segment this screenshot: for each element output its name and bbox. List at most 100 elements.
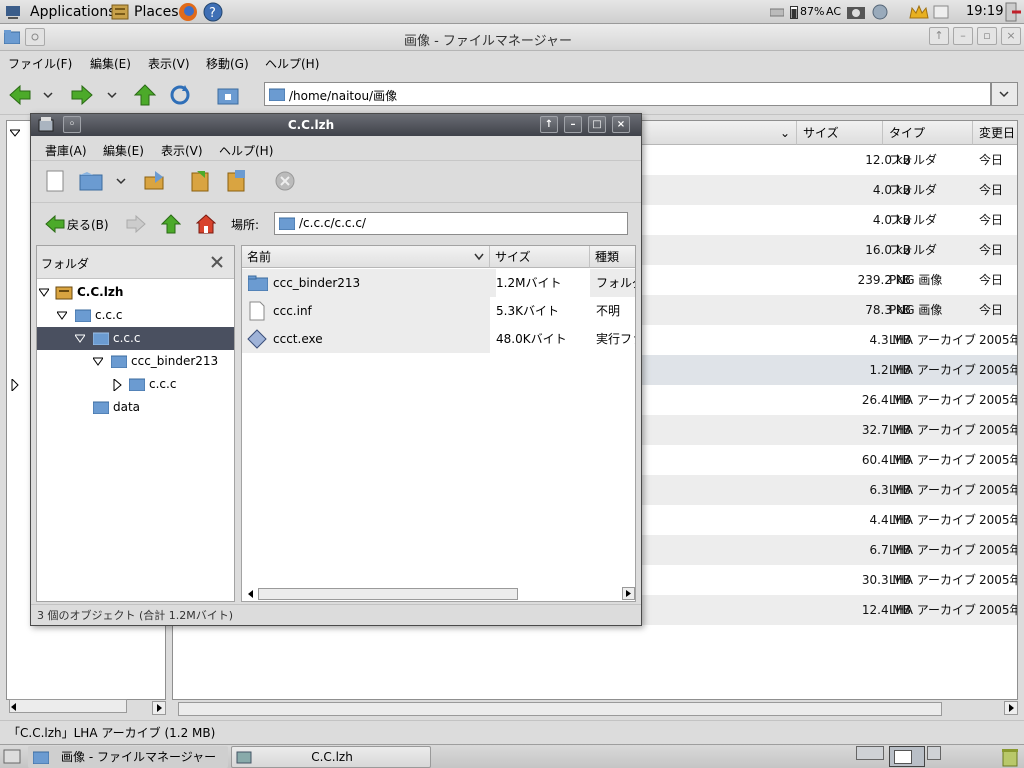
- list-item[interactable]: ccct.exe 48.0Kバイト 実行ファ: [242, 325, 635, 353]
- tree-item[interactable]: c.c.c: [37, 373, 234, 396]
- menu-file[interactable]: ファイル(F): [8, 55, 72, 72]
- workspace-2[interactable]: [889, 746, 925, 767]
- maximize-button[interactable]: ▫: [977, 27, 997, 45]
- home-folder-icon[interactable]: [216, 83, 240, 107]
- size-column-header[interactable]: サイズ: [490, 246, 590, 268]
- stop-icon[interactable]: [273, 169, 297, 193]
- workspace-3[interactable]: [927, 746, 941, 760]
- tree-item-selected[interactable]: c.c.c: [37, 327, 234, 350]
- workspace-1[interactable]: [856, 746, 884, 760]
- row-type: フォルダ: [889, 183, 938, 197]
- list-hscroll[interactable]: [178, 702, 942, 716]
- firefox-icon[interactable]: [178, 2, 198, 22]
- tree-item-root[interactable]: C.C.lzh: [37, 281, 234, 304]
- shade-button[interactable]: ↑: [929, 27, 949, 45]
- open-dropdown-icon[interactable]: [113, 169, 129, 193]
- list-item[interactable]: ccc.inf 5.3Kバイト 不明: [242, 297, 635, 325]
- size-column-header[interactable]: サイズ: [797, 121, 883, 145]
- back-icon[interactable]: [8, 83, 32, 107]
- back-button[interactable]: 戻る(B): [45, 213, 115, 235]
- maximize-button[interactable]: □: [588, 116, 606, 133]
- tree-expander-icon[interactable]: [10, 128, 20, 138]
- minimize-button[interactable]: –: [564, 116, 582, 133]
- notification-icon[interactable]: [932, 3, 950, 21]
- menu-view[interactable]: 表示(V): [161, 142, 203, 159]
- archive-folder-pane: フォルダ C.C.lzh c.c.c c.c.c ccc_binder213 c…: [36, 245, 235, 602]
- show-desktop-icon[interactable]: [3, 748, 21, 766]
- menu-help[interactable]: ヘルプ(H): [219, 142, 273, 159]
- sidebar-hscroll[interactable]: [9, 699, 127, 713]
- file-name: ccct.exe: [273, 332, 323, 346]
- scroll-right-icon[interactable]: [622, 587, 635, 600]
- archive-location-input[interactable]: /c.c.c/c.c.c/: [274, 212, 628, 235]
- scroll-left-icon[interactable]: [8, 701, 22, 715]
- fm-menubar: ファイル(F) 編集(E) 表示(V) 移動(G) ヘルプ(H): [0, 51, 1024, 75]
- top-panel: Applications Places ? 87% AC 19:19: [0, 0, 1024, 24]
- tree-expander-icon[interactable]: [10, 379, 20, 391]
- forward-icon[interactable]: [126, 215, 146, 233]
- tree-item[interactable]: data: [37, 396, 234, 419]
- location-bar[interactable]: /home/naitou/画像: [264, 82, 991, 106]
- home-icon[interactable]: [196, 214, 216, 234]
- up-icon[interactable]: [133, 83, 157, 107]
- menu-help[interactable]: ヘルプ(H): [265, 55, 319, 72]
- tree-item[interactable]: c.c.c: [37, 304, 234, 327]
- applications-menu[interactable]: Applications: [30, 3, 116, 21]
- row-date: 2005年0: [979, 333, 1017, 347]
- forward-icon[interactable]: [70, 83, 94, 107]
- menu-edit[interactable]: 編集(E): [90, 55, 131, 72]
- close-pane-icon[interactable]: [209, 254, 225, 270]
- close-button[interactable]: ×: [1001, 27, 1021, 45]
- list-item[interactable]: ccc_binder213 1.2Mバイト フォルダ: [242, 269, 635, 297]
- up-icon[interactable]: [161, 214, 181, 234]
- scroll-left-icon[interactable]: [245, 588, 256, 600]
- kind-column-header[interactable]: 種類: [590, 246, 635, 268]
- archive-location-path: /c.c.c/c.c.c/: [299, 216, 366, 230]
- open-archive-icon[interactable]: [79, 169, 103, 193]
- add-folder-icon[interactable]: [225, 169, 249, 193]
- location-dropdown-button[interactable]: [991, 82, 1018, 106]
- extract-icon[interactable]: [143, 169, 167, 193]
- file-name: ccc_binder213: [273, 276, 361, 290]
- add-files-icon[interactable]: [189, 169, 213, 193]
- menu-archive[interactable]: 書庫(A): [45, 142, 87, 159]
- shade-button[interactable]: ↑: [540, 116, 558, 133]
- archive-manager-window: ◦ C.C.lzh ↑ – □ × 書庫(A) 編集(E) 表示(V) ヘルプ(…: [30, 113, 642, 626]
- type-column-header[interactable]: タイプ: [883, 121, 973, 145]
- fm-titlebar[interactable]: 画像 - ファイルマネージャー ↑ – ▫ ×: [0, 24, 1024, 51]
- new-archive-icon[interactable]: [43, 169, 67, 193]
- minimize-button[interactable]: –: [953, 27, 973, 45]
- logout-icon[interactable]: [1004, 2, 1022, 22]
- network-icon[interactable]: [871, 3, 889, 21]
- drive-icon[interactable]: [770, 7, 784, 17]
- menu-view[interactable]: 表示(V): [148, 55, 190, 72]
- crown-icon[interactable]: [908, 3, 930, 21]
- apps-menu-icon[interactable]: [4, 3, 22, 21]
- row-type: LHA アーカイブ: [889, 423, 977, 437]
- file-list-hscroll[interactable]: [258, 588, 518, 600]
- row-date: 2005年0: [979, 363, 1017, 377]
- tree-item[interactable]: ccc_binder213: [37, 350, 234, 373]
- taskbar-item-file-manager[interactable]: 画像 - ファイルマネージャー: [28, 746, 228, 768]
- help-icon[interactable]: ?: [203, 2, 223, 22]
- menu-edit[interactable]: 編集(E): [103, 142, 144, 159]
- clock[interactable]: 19:19: [966, 3, 1003, 21]
- scroll-right-icon[interactable]: [152, 701, 166, 715]
- taskbar-item-archive[interactable]: C.C.lzh: [231, 746, 431, 768]
- reload-icon[interactable]: [168, 83, 192, 107]
- svg-text:?: ?: [209, 6, 216, 21]
- name-column-header[interactable]: 名前: [242, 246, 490, 268]
- scroll-right-icon[interactable]: [1004, 701, 1018, 715]
- trash-icon[interactable]: [1000, 747, 1020, 767]
- date-column-header[interactable]: 変更日: [973, 121, 1017, 145]
- places-menu-icon[interactable]: [111, 3, 129, 21]
- back-dropdown-icon[interactable]: [40, 83, 56, 107]
- close-button[interactable]: ×: [612, 116, 630, 133]
- file-name: ccc.inf: [273, 304, 312, 318]
- archive-menubar: 書庫(A) 編集(E) 表示(V) ヘルプ(H): [31, 136, 641, 161]
- menu-go[interactable]: 移動(G): [206, 55, 249, 72]
- archive-titlebar[interactable]: ◦ C.C.lzh ↑ – □ ×: [31, 114, 641, 136]
- camera-icon[interactable]: [846, 2, 866, 22]
- places-menu[interactable]: Places: [134, 3, 179, 21]
- forward-dropdown-icon[interactable]: [104, 83, 120, 107]
